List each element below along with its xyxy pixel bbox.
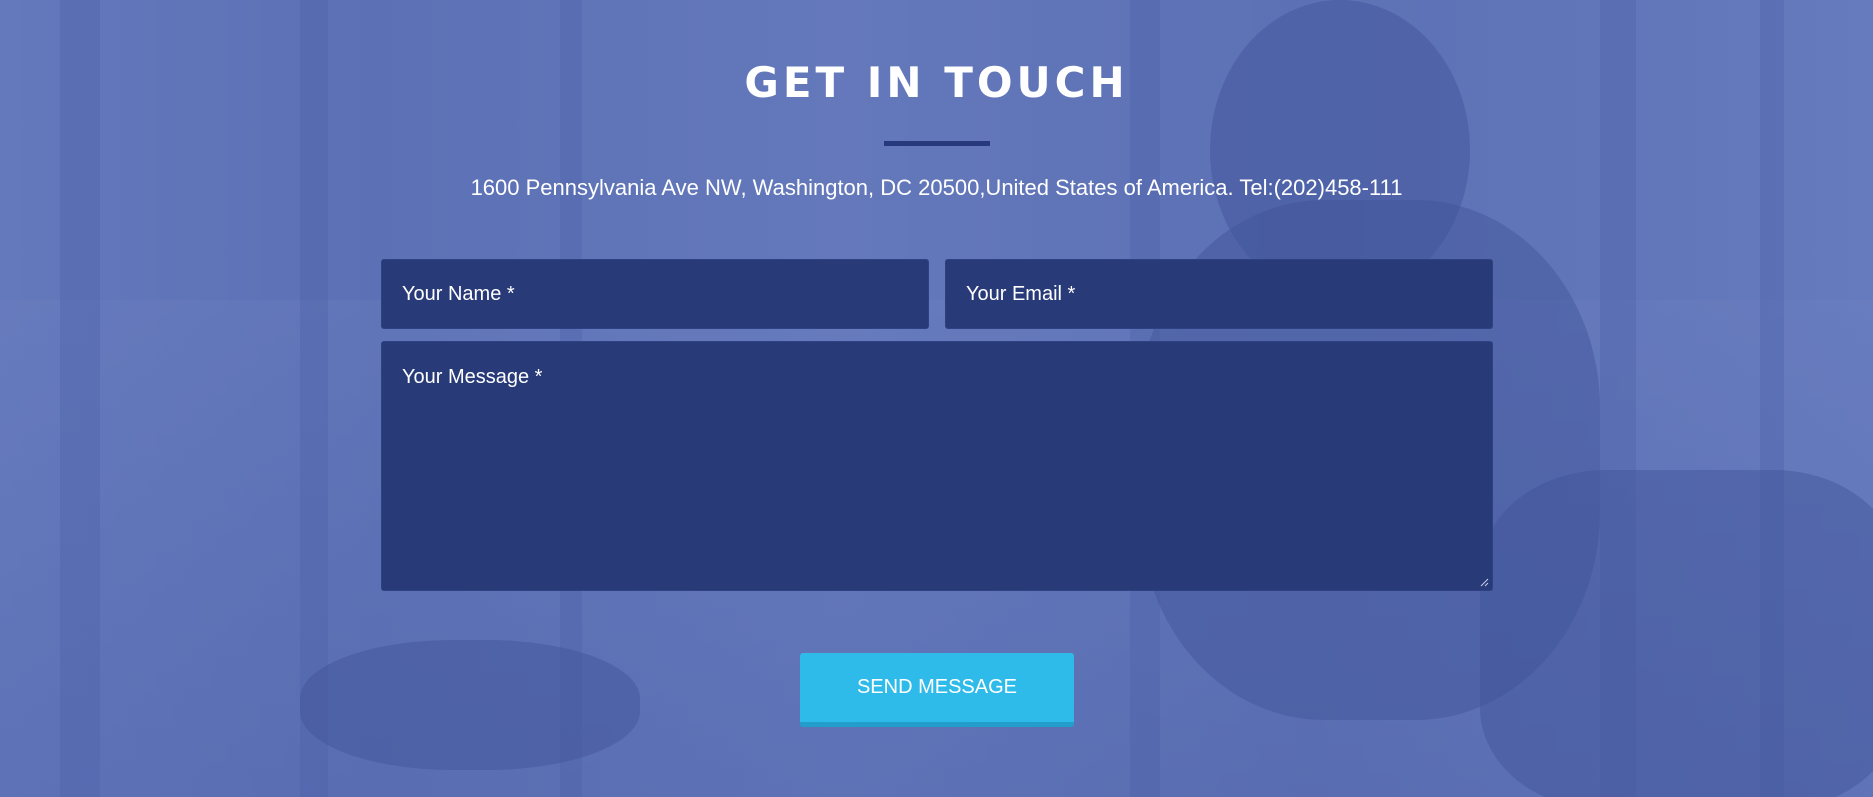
contact-section: GET IN TOUCH 1600 Pennsylvania Ave NW, W…	[0, 0, 1873, 797]
title-divider	[884, 141, 990, 146]
name-input[interactable]: Your Name *	[381, 259, 929, 329]
contact-address: 1600 Pennsylvania Ave NW, Washington, DC…	[470, 175, 1403, 200]
name-input-placeholder: Your Name *	[402, 282, 515, 305]
email-input-placeholder: Your Email *	[966, 282, 1076, 305]
email-input[interactable]: Your Email *	[945, 259, 1493, 329]
section-title: GET IN TOUCH	[744, 58, 1129, 107]
message-textarea-placeholder: Your Message *	[402, 366, 543, 388]
send-message-button[interactable]: SEND MESSAGE	[800, 653, 1074, 727]
resize-handle-icon[interactable]	[1480, 578, 1489, 587]
message-textarea[interactable]: Your Message *	[381, 341, 1493, 591]
